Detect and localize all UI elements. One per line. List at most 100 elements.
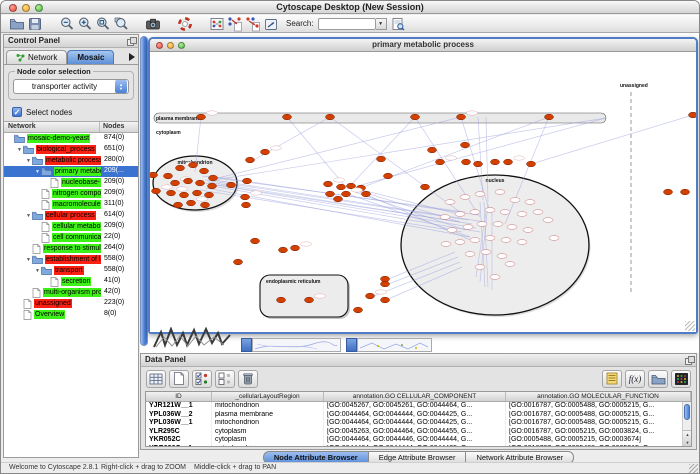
file-icon	[23, 299, 32, 309]
tree-row[interactable]: response to stimulu264(0)	[4, 243, 138, 254]
search-input[interactable]	[318, 18, 376, 30]
new-attribute-button[interactable]	[169, 370, 189, 388]
select-attributes-button[interactable]	[192, 370, 212, 388]
disclosure-triangle-icon[interactable]: ▼	[34, 268, 41, 274]
import-attributes-button[interactable]	[648, 370, 668, 388]
attribute-table-body: YJR121W__1mitochondrion[GO:0045267, GO:0…	[146, 402, 691, 447]
open-button[interactable]	[8, 15, 26, 32]
zoom-out-icon	[59, 16, 75, 32]
app-resize-grip[interactable]	[689, 464, 698, 473]
network-tree[interactable]: mosaic-demo-yeast874(0)▼biological_proce…	[4, 133, 138, 457]
disclosure-triangle-icon[interactable]: ▼	[25, 213, 32, 219]
file-icon	[41, 222, 50, 232]
view-settings-button[interactable]	[262, 15, 280, 32]
snapshot-button[interactable]	[144, 15, 162, 32]
window-resize-grip[interactable]	[685, 321, 695, 331]
layout-2-button[interactable]	[244, 15, 262, 32]
desktop-vertical-scrollbar[interactable]	[140, 36, 148, 346]
zoom-out-button[interactable]	[58, 15, 76, 32]
tree-column-network[interactable]: Network	[4, 122, 100, 132]
node-color-selection-group: Node color selection transporter activit…	[8, 71, 134, 100]
select-nodes-checkbox[interactable]: ✓	[12, 107, 22, 117]
tree-row[interactable]: cell communicat22(0)	[4, 232, 138, 243]
delete-attribute-button[interactable]	[238, 370, 258, 388]
svg-text:endoplasmic reticulum: endoplasmic reticulum	[266, 279, 321, 285]
disclosure-triangle-icon[interactable]: ▼	[34, 169, 41, 175]
help-button[interactable]	[176, 15, 194, 32]
layout-1-icon	[227, 16, 243, 32]
minimized-window-1-preview	[252, 338, 341, 352]
table-cell: [GO:0045267, GO:0045261, GO:0044464, G..…	[324, 402, 506, 411]
tab-mosaic[interactable]: Mosaic	[67, 50, 114, 64]
attribute-table[interactable]: ID_cellularLayoutRegionannotation.GO CEL…	[145, 391, 692, 447]
table-row[interactable]: YLR295Ccytoplasm[GO:0045263, GO:0044464,…	[146, 428, 691, 437]
tree-row[interactable]: cellular metabol209(0)	[4, 221, 138, 232]
tree-row[interactable]: mosaic-demo-yeast874(0)	[4, 133, 138, 144]
disclosure-triangle-icon[interactable]: ▼	[25, 158, 32, 164]
tree-row[interactable]: ▼biological_process651(0)	[4, 144, 138, 155]
status-welcome: Welcome to Cytoscape 2.8.1	[9, 464, 98, 471]
search-settings-button[interactable]	[389, 15, 407, 32]
tab-overflow-arrow-icon[interactable]	[129, 53, 135, 61]
table-column-header[interactable]: _cellularLayoutRegion	[212, 392, 324, 401]
network-canvas[interactable]: plasma membranecytoplasmmitochondrionnuc…	[150, 52, 696, 332]
tree-row[interactable]: ▼cellular process614(0)	[4, 210, 138, 221]
zoom-in-button[interactable]	[76, 15, 94, 32]
tree-row[interactable]: secretion41(0)	[4, 276, 138, 287]
attribute-matrix-button[interactable]	[671, 370, 691, 388]
minimized-window-2[interactable]	[346, 338, 432, 352]
search-dropdown-button[interactable]: ▼	[376, 18, 387, 30]
tree-row-label: secretion	[61, 277, 91, 286]
layout-1-button[interactable]	[226, 15, 244, 32]
table-cell: [GO:0045263, GO:0044464, GO:0044455, G..…	[324, 428, 506, 437]
node-color-dropdown[interactable]: transporter activity ▲▼	[13, 79, 129, 94]
tree-row[interactable]: unassigned223(0)	[4, 298, 138, 309]
table-column-header[interactable]: annotation.GO MOLECULAR_FUNCTION	[506, 392, 691, 401]
table-row[interactable]: YKR052Ccytoplasm[GO:0044464, GO:0044446,…	[146, 436, 691, 445]
float-panel-icon[interactable]	[127, 37, 135, 45]
disclosure-triangle-icon[interactable]: ▼	[25, 257, 32, 263]
file-icon	[41, 233, 50, 243]
tree-row[interactable]: ▼establishment of lo558(0)	[4, 254, 138, 265]
table-cell: [GO:0016787, GO:0005488, GO:0005215, G..…	[506, 411, 691, 420]
tree-row[interactable]: Overview8(0)	[4, 309, 138, 320]
tree-row[interactable]: nucleobase-209(0)	[4, 177, 138, 188]
table-scrollbar-thumb[interactable]	[684, 404, 690, 420]
tree-row[interactable]: nitrogen compo209(0)	[4, 188, 138, 199]
tree-row[interactable]: ▼primary metabo209(...	[4, 166, 138, 177]
tree-column-nodes[interactable]: Nodes	[100, 122, 138, 132]
tree-row[interactable]: multi-organism pro42(0)	[4, 287, 138, 298]
attribute-list-button[interactable]	[602, 370, 622, 388]
table-column-header[interactable]: annotation.GO CELLULAR_COMPONENT	[324, 392, 506, 401]
table-row[interactable]: YPL036W__1mitochondrion[GO:0044464, GO:0…	[146, 419, 691, 428]
function-builder-button[interactable]: f(x)	[625, 370, 645, 388]
tree-row-label: primary metabo	[54, 167, 105, 176]
table-row[interactable]: YDR039C__1mitochondrion[GO:0044464, GO:0…	[146, 445, 691, 448]
file-icon	[50, 178, 59, 188]
tree-row[interactable]: ▼transport558(0)	[4, 265, 138, 276]
table-row[interactable]: YJR121W__1mitochondrion[GO:0045267, GO:0…	[146, 402, 691, 411]
tree-row[interactable]: ▼metabolic process280(0)	[4, 155, 138, 166]
disclosure-triangle-icon[interactable]: ▼	[16, 147, 23, 153]
window-title: Cytoscape Desktop (New Session)	[1, 2, 699, 12]
table-column-header[interactable]: ID	[146, 392, 212, 401]
select-nodes-row: ✓ Select nodes	[4, 102, 138, 121]
table-scrollbar-arrows[interactable]: ▲▼	[683, 430, 692, 446]
network-overview-button[interactable]	[208, 15, 226, 32]
network-window-titlebar[interactable]: primary metabolic process	[150, 39, 696, 52]
table-vertical-scrollbar[interactable]: ▲▼	[682, 402, 691, 446]
tab-network[interactable]: Network	[6, 50, 67, 64]
save-button[interactable]	[26, 15, 44, 32]
minimized-window-1[interactable]	[241, 338, 341, 352]
unselect-attributes-button[interactable]	[215, 370, 235, 388]
attribute-table-button[interactable]	[146, 370, 166, 388]
float-data-panel-icon[interactable]	[685, 356, 693, 364]
open-folder-icon	[9, 16, 25, 32]
zoom-selected-button[interactable]	[112, 15, 130, 32]
new-attribute-icon	[173, 372, 185, 385]
tree-row[interactable]: macromolecule311(0)	[4, 199, 138, 210]
node-color-selection-label: Node color selection	[15, 67, 93, 76]
table-row[interactable]: YPL036W__2plasma membrane[GO:0044464, GO…	[146, 411, 691, 420]
file-icon	[41, 189, 50, 199]
zoom-fit-button[interactable]	[94, 15, 112, 32]
